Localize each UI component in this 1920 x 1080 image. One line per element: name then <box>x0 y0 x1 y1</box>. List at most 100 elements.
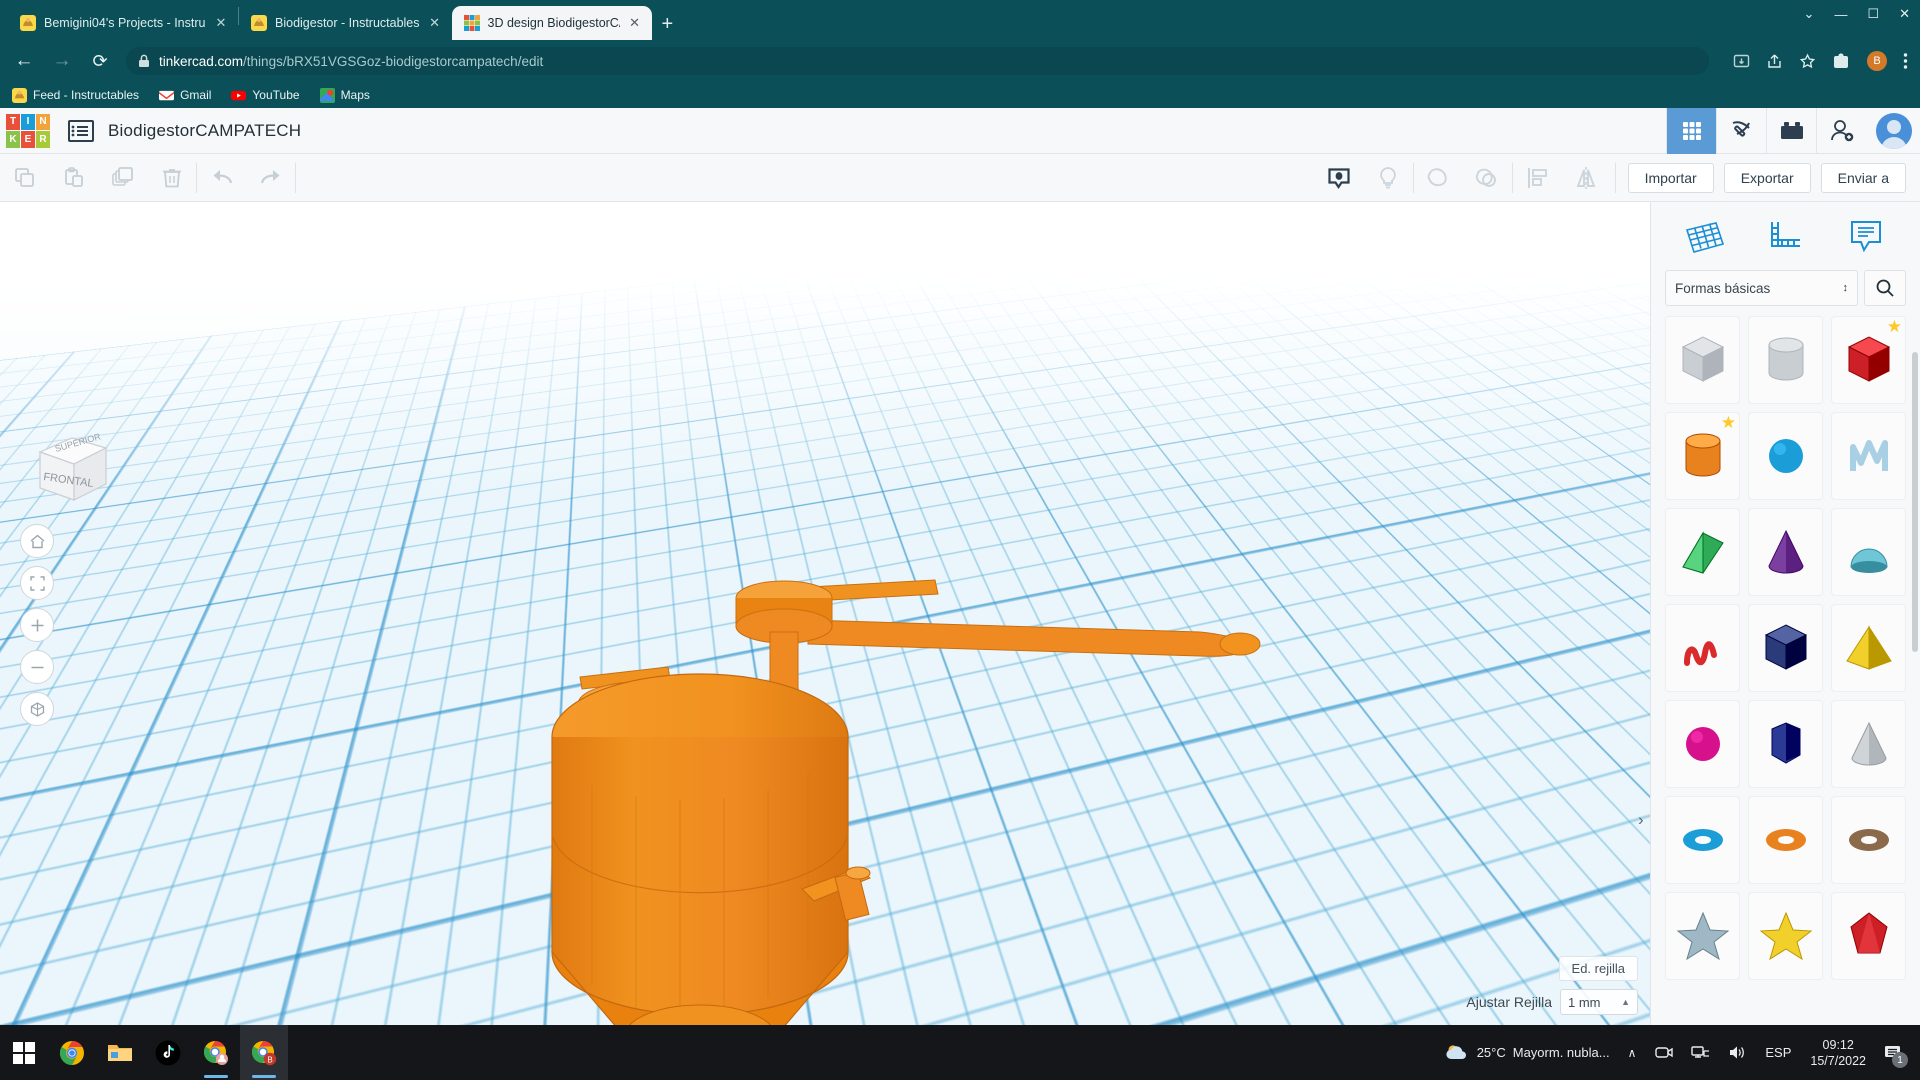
send-to-button[interactable]: Enviar a <box>1820 162 1906 193</box>
import-button[interactable]: Importar <box>1627 162 1714 193</box>
snap-grid-select[interactable]: 1 mm ▲ <box>1560 989 1638 1015</box>
shape-paraboloid[interactable] <box>1831 508 1906 596</box>
shape-torus-orange[interactable] <box>1748 796 1823 884</box>
notes-icon[interactable] <box>1840 214 1892 262</box>
tiktok-icon[interactable] <box>144 1025 192 1080</box>
puzzle-icon[interactable] <box>1832 52 1851 71</box>
bookmark-maps[interactable]: Maps <box>319 87 370 103</box>
network-icon[interactable] <box>1682 1044 1719 1061</box>
file-explorer-icon[interactable] <box>96 1025 144 1080</box>
orthographic-view-icon[interactable] <box>20 692 54 726</box>
shape-helix[interactable] <box>1665 604 1740 692</box>
chrome-window-2[interactable]: B <box>240 1025 288 1080</box>
shape-cylinder-hole[interactable] <box>1748 316 1823 404</box>
browser-tab-1[interactable]: Bemigini04's Projects - Instructab ✕ <box>8 6 238 40</box>
kebab-icon[interactable] <box>1903 52 1908 70</box>
volume-icon[interactable] <box>1719 1044 1756 1061</box>
shape-star-yellow[interactable] <box>1748 892 1823 980</box>
favorite-star-icon[interactable]: ★ <box>1721 414 1736 431</box>
workplane-canvas[interactable]: SUPERIOR FRONTAL Ed. rejilla Ajustar Rej… <box>0 202 1650 1025</box>
delete-icon[interactable] <box>147 154 196 202</box>
address-bar[interactable]: tinkercad.com/things/bRX51VGSGoz-biodige… <box>126 47 1709 75</box>
shape-pyramid[interactable] <box>1831 604 1906 692</box>
weather-widget[interactable]: 25°C Mayorm. nubla... <box>1435 1043 1619 1063</box>
copy-icon[interactable] <box>0 154 49 202</box>
browser-tab-3[interactable]: 3D design BiodigestorCAMPATEC ✕ <box>451 6 652 40</box>
forward-button[interactable]: → <box>50 49 74 73</box>
language-indicator[interactable]: ESP <box>1756 1045 1800 1060</box>
add-user-icon[interactable] <box>1816 107 1866 154</box>
export-button[interactable]: Exportar <box>1723 162 1811 193</box>
shape-roof[interactable] <box>1665 508 1740 596</box>
shape-icon[interactable] <box>1414 154 1463 202</box>
shape-scribble[interactable] <box>1831 412 1906 500</box>
undo-icon[interactable] <box>197 154 246 202</box>
chrome-window-1[interactable] <box>192 1025 240 1080</box>
new-tab-button[interactable]: + <box>662 14 674 34</box>
shape-sphere[interactable] <box>1748 412 1823 500</box>
shape-half-torus[interactable] <box>1831 796 1906 884</box>
panel-collapse-icon[interactable]: › <box>1638 810 1644 830</box>
back-button[interactable]: ← <box>12 49 36 73</box>
shape-box[interactable]: ★ <box>1831 316 1906 404</box>
shape-gem-red[interactable] <box>1831 892 1906 980</box>
panel-scrollbar[interactable] <box>1912 352 1918 652</box>
fit-view-icon[interactable] <box>20 566 54 600</box>
shape-hemisphere[interactable] <box>1665 700 1740 788</box>
shape-polygon-prism[interactable] <box>1748 700 1823 788</box>
tinkercad-logo[interactable]: T I N K E R <box>6 113 50 148</box>
close-window-button[interactable]: ✕ <box>1899 6 1910 22</box>
shape-cylinder[interactable]: ★ <box>1665 412 1740 500</box>
share-icon[interactable] <box>1766 53 1783 70</box>
reload-button[interactable]: ⟳ <box>88 49 112 73</box>
home-view-icon[interactable] <box>20 524 54 558</box>
ruler-icon[interactable] <box>1759 214 1811 262</box>
shape-tube-square[interactable] <box>1748 604 1823 692</box>
duplicate-icon[interactable] <box>98 154 147 202</box>
shape-cone-grey[interactable] <box>1831 700 1906 788</box>
note-icon[interactable] <box>1315 154 1364 202</box>
camera-icon[interactable] <box>1645 1044 1682 1061</box>
browser-profile-avatar[interactable]: B <box>1867 51 1887 71</box>
shape-cone[interactable] <box>1748 508 1823 596</box>
workplane-icon[interactable] <box>1679 214 1731 262</box>
bookmark-youtube[interactable]: YouTube <box>231 88 300 103</box>
clock[interactable]: 09:12 15/7/2022 <box>1800 1037 1876 1069</box>
zoom-in-icon[interactable] <box>20 608 54 642</box>
shape-star-grey[interactable] <box>1665 892 1740 980</box>
light-bulb-icon[interactable] <box>1364 154 1413 202</box>
zoom-out-icon[interactable] <box>20 650 54 684</box>
shape-box-hole[interactable] <box>1665 316 1740 404</box>
pickaxe-icon[interactable] <box>1716 107 1766 154</box>
brick-icon[interactable] <box>1766 107 1816 154</box>
bookmark-feed-instructables[interactable]: Feed - Instructables <box>12 87 139 103</box>
group-icon[interactable] <box>1463 154 1512 202</box>
view-cube[interactable]: SUPERIOR FRONTAL <box>32 430 114 510</box>
mirror-icon[interactable] <box>1562 154 1611 202</box>
align-icon[interactable] <box>1513 154 1562 202</box>
notification-icon[interactable]: 1 <box>1876 1025 1910 1080</box>
edit-grid-button[interactable]: Ed. rejilla <box>1558 956 1638 981</box>
biodigestor-3d-model[interactable] <box>540 532 1320 1025</box>
tab-close-icon[interactable]: ✕ <box>214 15 228 31</box>
design-title[interactable]: BiodigestorCAMPATECH <box>108 121 301 141</box>
star-icon[interactable] <box>1799 52 1816 70</box>
start-button[interactable] <box>0 1025 48 1080</box>
redo-icon[interactable] <box>246 154 295 202</box>
paste-icon[interactable] <box>49 154 98 202</box>
minimize-button[interactable]: — <box>1834 7 1847 22</box>
tab-close-icon[interactable]: ✕ <box>428 15 442 31</box>
user-avatar[interactable] <box>1876 112 1912 149</box>
tab-close-icon[interactable]: ✕ <box>628 15 642 31</box>
tab-search-chevron-icon[interactable]: ⌄ <box>1804 6 1815 22</box>
favorite-star-icon[interactable]: ★ <box>1887 318 1902 335</box>
shape-category-select[interactable]: Formas básicas ↕ <box>1665 270 1858 306</box>
project-list-icon[interactable] <box>68 119 94 142</box>
shape-torus-blue[interactable] <box>1665 796 1740 884</box>
install-icon[interactable] <box>1733 53 1750 70</box>
apps-grid-icon[interactable] <box>1666 107 1716 154</box>
chrome-taskbar-icon[interactable] <box>48 1025 96 1080</box>
search-icon[interactable] <box>1864 270 1906 306</box>
tray-expand-chevron-icon[interactable]: ∧ <box>1619 1046 1646 1060</box>
browser-tab-2[interactable]: Biodigestor - Instructables ✕ <box>239 6 452 40</box>
